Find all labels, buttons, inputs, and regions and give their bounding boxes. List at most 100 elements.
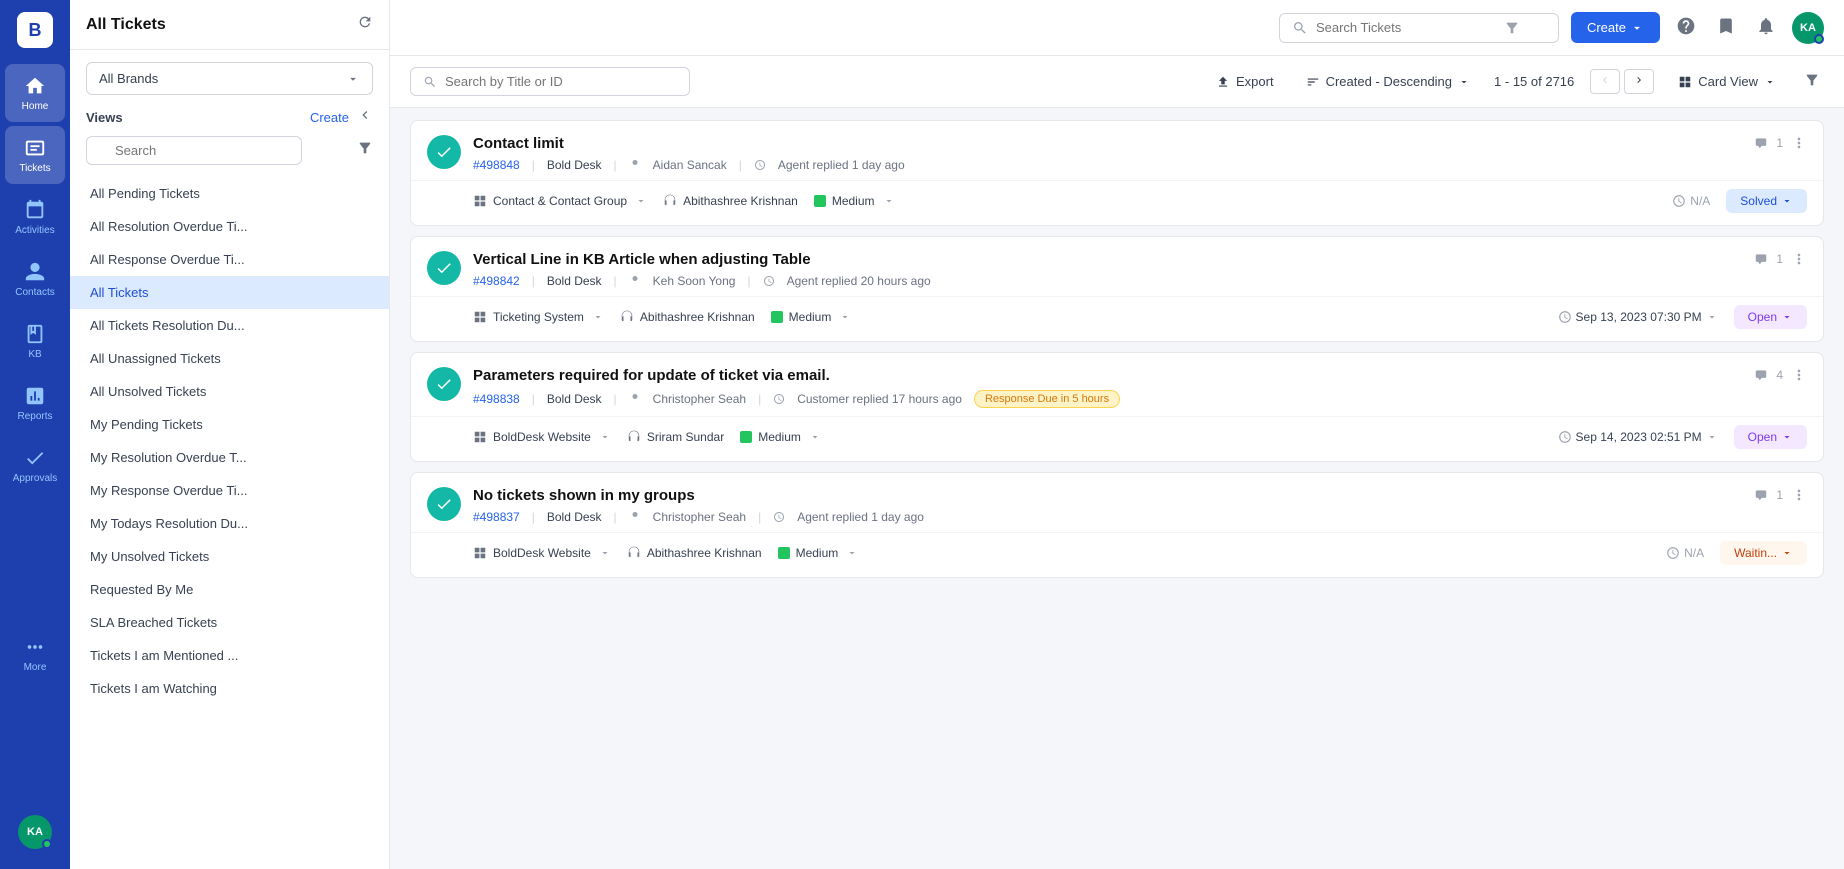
- create-button[interactable]: Create: [1571, 12, 1660, 43]
- chevron-down-icon: [1706, 311, 1718, 323]
- priority-dot: [740, 431, 752, 443]
- view-item-all-unassigned[interactable]: All Unassigned Tickets: [70, 342, 389, 375]
- ticket-header: Vertical Line in KB Article when adjusti…: [411, 237, 1823, 296]
- more-options-icon[interactable]: [1791, 251, 1807, 267]
- bookmark-button[interactable]: [1712, 12, 1740, 43]
- ticket-title[interactable]: Parameters required for update of ticket…: [473, 367, 1742, 384]
- sort-button[interactable]: Created - Descending: [1298, 70, 1478, 93]
- topbar-search-input[interactable]: [1316, 20, 1496, 35]
- toolbar: Export Created - Descending 1 - 15 of 27…: [390, 56, 1844, 108]
- filter-button[interactable]: [1800, 68, 1824, 95]
- ticket-actions: 1: [1754, 487, 1807, 503]
- view-item-my-response-overdue[interactable]: My Response Overdue Ti...: [70, 474, 389, 507]
- comment-count: 1: [1776, 488, 1783, 502]
- brand-selector[interactable]: All Brands: [86, 62, 373, 95]
- ticket-info: Parameters required for update of ticket…: [473, 367, 1742, 408]
- ticket-assignee[interactable]: Sriram Sundar: [627, 430, 724, 444]
- collapse-icon[interactable]: [357, 107, 373, 128]
- view-item-tickets-watching[interactable]: Tickets I am Watching: [70, 672, 389, 705]
- ticket-assignee[interactable]: Abithashree Krishnan: [620, 310, 755, 324]
- ticket-priority[interactable]: Medium: [814, 194, 895, 208]
- view-item-my-unsolved[interactable]: My Unsolved Tickets: [70, 540, 389, 573]
- contact-icon: [629, 159, 641, 171]
- ticket-header: Contact limit #498848 | Bold Desk | Aida…: [411, 121, 1823, 180]
- comment-count: 1: [1776, 136, 1783, 150]
- ticket-category[interactable]: BoldDesk Website: [473, 546, 611, 560]
- views-search-input[interactable]: [86, 136, 302, 165]
- refresh-icon[interactable]: [357, 14, 373, 35]
- notifications-button[interactable]: [1752, 12, 1780, 43]
- ticket-title[interactable]: Contact limit: [473, 135, 1742, 152]
- sidebar-item-kb-label: KB: [28, 349, 41, 360]
- comment-count: 4: [1776, 368, 1783, 382]
- sidebar-item-reports[interactable]: Reports: [5, 374, 65, 432]
- ticket-title[interactable]: Vertical Line in KB Article when adjusti…: [473, 251, 1742, 268]
- topbar-search-box: [1279, 13, 1559, 43]
- help-button[interactable]: [1672, 12, 1700, 43]
- filter-icon[interactable]: [357, 140, 373, 161]
- views-create-button[interactable]: Create: [310, 110, 349, 125]
- view-item-all-response-overdue[interactable]: All Response Overdue Ti...: [70, 243, 389, 276]
- ticket-category[interactable]: Contact & Contact Group: [473, 194, 647, 208]
- contact-icon: [629, 393, 641, 405]
- sidebar-item-approvals[interactable]: Approvals: [5, 436, 65, 494]
- sidebar-item-contacts[interactable]: Contacts: [5, 250, 65, 308]
- prev-page-button[interactable]: [1590, 69, 1620, 94]
- chevron-down-icon: [1781, 311, 1793, 323]
- view-item-requested-by-me[interactable]: Requested By Me: [70, 573, 389, 606]
- category-icon: [473, 430, 487, 444]
- chevron-down-icon: [883, 195, 895, 207]
- view-item-sla-breached[interactable]: SLA Breached Tickets: [70, 606, 389, 639]
- ticket-assignee[interactable]: Abithashree Krishnan: [627, 546, 762, 560]
- sidebar-item-home[interactable]: Home: [5, 64, 65, 122]
- status-button[interactable]: Open: [1734, 305, 1807, 329]
- avatar[interactable]: KA: [18, 815, 52, 849]
- view-item-tickets-mentioned[interactable]: Tickets I am Mentioned ...: [70, 639, 389, 672]
- sidebar-item-activities[interactable]: Activities: [5, 188, 65, 246]
- view-item-all-pending[interactable]: All Pending Tickets: [70, 177, 389, 210]
- export-button[interactable]: Export: [1208, 70, 1282, 93]
- assignee-name: Sriram Sundar: [647, 430, 724, 444]
- sidebar-item-home-label: Home: [22, 101, 49, 112]
- sidebar-item-kb[interactable]: KB: [5, 312, 65, 370]
- response-due-badge: Response Due in 5 hours: [974, 390, 1120, 408]
- ticket-category[interactable]: BoldDesk Website: [473, 430, 611, 444]
- ticket-priority[interactable]: Medium: [740, 430, 821, 444]
- more-options-icon[interactable]: [1791, 367, 1807, 383]
- more-options-icon[interactable]: [1791, 135, 1807, 151]
- page-title: All Tickets: [86, 16, 349, 34]
- view-item-all-tickets[interactable]: All Tickets: [70, 276, 389, 309]
- view-item-all-resolution-overdue[interactable]: All Resolution Overdue Ti...: [70, 210, 389, 243]
- status-button[interactable]: Open: [1734, 425, 1807, 449]
- topbar-avatar[interactable]: KA: [1792, 12, 1824, 44]
- view-item-all-unsolved[interactable]: All Unsolved Tickets: [70, 375, 389, 408]
- sidebar-item-more[interactable]: More: [5, 626, 65, 684]
- category-icon: [473, 310, 487, 324]
- filter-topbar-icon[interactable]: [1504, 20, 1520, 36]
- ticket-priority[interactable]: Medium: [778, 546, 859, 560]
- ticket-assignee[interactable]: Abithashree Krishnan: [663, 194, 798, 208]
- topbar-right: Create KA: [1571, 12, 1824, 44]
- status-button[interactable]: Solved: [1726, 189, 1807, 213]
- ticket-priority[interactable]: Medium: [771, 310, 852, 324]
- chevron-down-icon: [1781, 195, 1793, 207]
- ticket-category[interactable]: Ticketing System: [473, 310, 604, 324]
- search-input[interactable]: [445, 74, 677, 89]
- view-item-my-todays-resolution[interactable]: My Todays Resolution Du...: [70, 507, 389, 540]
- chevron-down-icon: [1764, 76, 1776, 88]
- ticket-id: #498838: [473, 392, 520, 406]
- more-options-icon[interactable]: [1791, 487, 1807, 503]
- sidebar-item-tickets[interactable]: Tickets: [5, 126, 65, 184]
- due-time-value: N/A: [1684, 546, 1704, 560]
- due-time-value: Sep 13, 2023 07:30 PM: [1576, 310, 1702, 324]
- ticket-type-icon: [427, 367, 461, 401]
- view-item-my-pending[interactable]: My Pending Tickets: [70, 408, 389, 441]
- topbar-avatar-initials: KA: [1800, 22, 1816, 34]
- view-item-all-tickets-resolution[interactable]: All Tickets Resolution Du...: [70, 309, 389, 342]
- status-button[interactable]: Waitin...: [1720, 541, 1807, 565]
- next-page-button[interactable]: [1624, 69, 1654, 94]
- view-mode-button[interactable]: Card View: [1670, 70, 1784, 93]
- ticket-title[interactable]: No tickets shown in my groups: [473, 487, 1742, 504]
- view-item-my-resolution-overdue[interactable]: My Resolution Overdue T...: [70, 441, 389, 474]
- sidebar-item-activities-label: Activities: [15, 225, 54, 236]
